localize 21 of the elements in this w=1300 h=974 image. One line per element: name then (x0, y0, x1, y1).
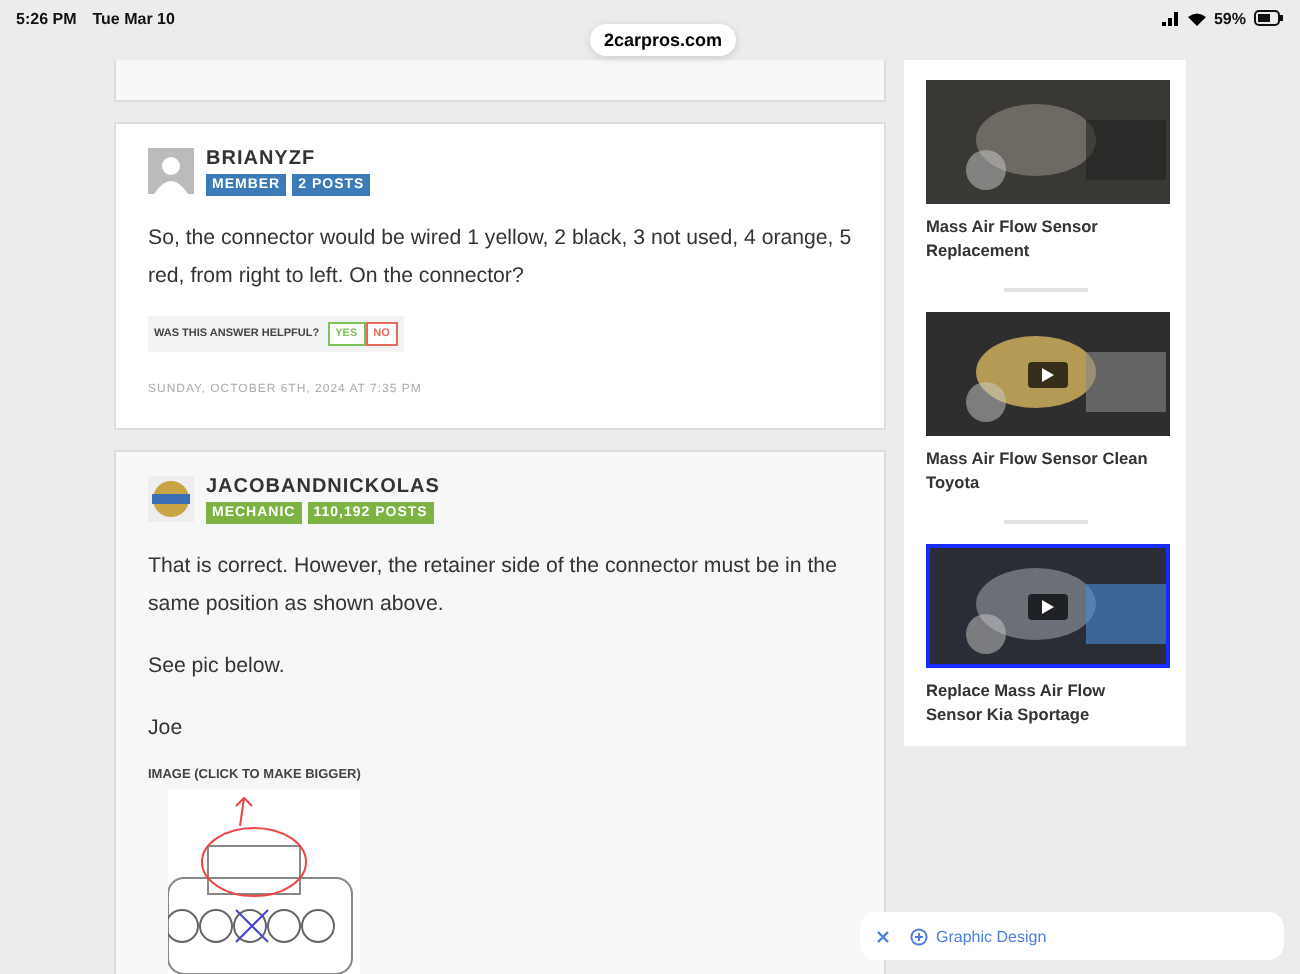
close-icon[interactable] (876, 929, 890, 943)
video-title[interactable]: Mass Air Flow Sensor Clean Toyota (926, 446, 1164, 494)
expert-medal-icon (148, 476, 194, 522)
battery-icon (1254, 10, 1284, 26)
video-title[interactable]: Replace Mass Air Flow Sensor Kia Sportage (926, 678, 1164, 726)
video-title[interactable]: Mass Air Flow Sensor Replacement (926, 214, 1164, 262)
battery-percent: 59% (1213, 9, 1246, 27)
post-text: See pic below. (148, 652, 287, 682)
suggestion-link[interactable]: Graphic Design (910, 927, 1047, 945)
post-text: Joe (148, 714, 185, 744)
date-text: Tue Mar 10 (92, 9, 175, 27)
url-pill[interactable]: 2carpros.com (590, 24, 737, 56)
wifi-icon (1187, 11, 1206, 25)
clock-time: 5:26 PM (16, 9, 77, 27)
plus-icon (910, 927, 928, 945)
username[interactable]: BRIANYZF (206, 148, 371, 170)
signal-icon (1161, 11, 1180, 25)
avatar-icon (148, 148, 194, 194)
username[interactable]: JACOBANDNICKOLAS (206, 476, 440, 498)
post-text: So, the connector would be wired 1 yellow, 2 black, 3 not used, 4 orange, 5 red, from right to left. On the connector? (148, 224, 852, 292)
post-text: That is correct. However, the retainer side of the connector must be in the same position as shown above. (148, 552, 839, 620)
